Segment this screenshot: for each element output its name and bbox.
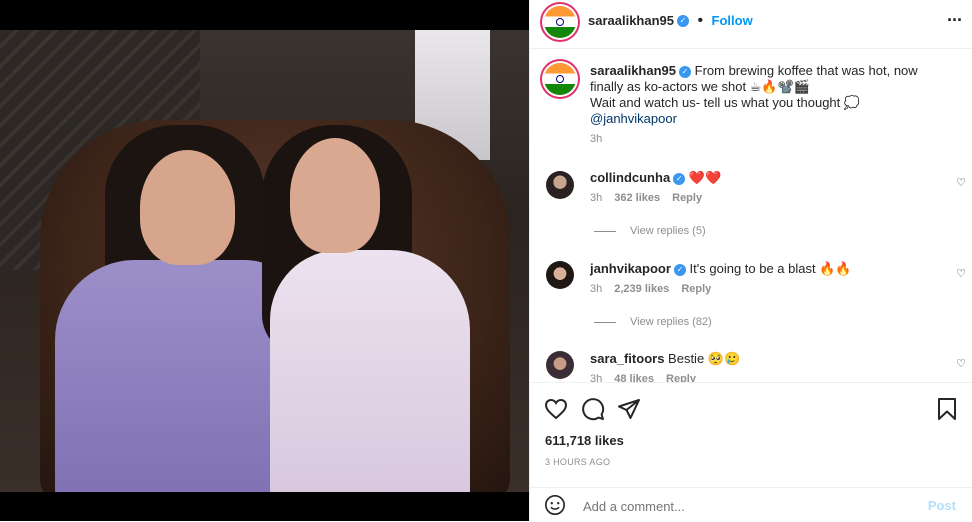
author-username[interactable]: saraalikhan95: [588, 13, 674, 28]
commenter-avatar[interactable]: [546, 171, 574, 199]
comment-text: ❤️❤️: [688, 170, 722, 185]
comment-like-heart-icon[interactable]: ♡: [956, 267, 966, 280]
comment-likes[interactable]: 362 likes: [614, 192, 660, 204]
instagram-post-view: saraalikhan95 ✓ • Follow ··· saraalikhan9…: [0, 0, 972, 521]
heart-icon[interactable]: [544, 397, 568, 421]
caption-text-2: Wait and watch us- tell us what you thou…: [590, 95, 861, 110]
commenter-avatar[interactable]: [546, 351, 574, 379]
comment-input[interactable]: [581, 495, 905, 517]
comment-likes[interactable]: 2,239 likes: [614, 283, 669, 295]
comment-like-heart-icon[interactable]: ♡: [956, 357, 966, 370]
caption-author-avatar[interactable]: [544, 63, 576, 95]
follow-button[interactable]: Follow: [712, 13, 753, 28]
more-icon[interactable]: ···: [947, 10, 963, 31]
india-flag-image: [544, 63, 576, 95]
comment-username[interactable]: collindcunha: [590, 170, 670, 185]
person-left-face: [140, 150, 235, 265]
comment-time[interactable]: 3h: [590, 192, 602, 204]
verified-icon: ✓: [679, 65, 692, 78]
verified-icon: ✓: [677, 14, 690, 27]
comment-username[interactable]: janhvikapoor: [590, 261, 671, 276]
post-header: saraalikhan95 ✓ • Follow ···: [530, 0, 972, 49]
view-replies-button[interactable]: View replies (5): [594, 225, 706, 237]
comment-like-heart-icon[interactable]: ♡: [956, 176, 966, 189]
share-icon[interactable]: [617, 397, 641, 421]
comment-item: collindcunha ✓ ❤️❤️ 3h 362 likes Reply: [590, 170, 721, 204]
comment-username[interactable]: sara_fitoors: [590, 351, 664, 366]
emoji-icon[interactable]: [544, 494, 566, 516]
reply-button[interactable]: Reply: [672, 192, 702, 204]
replies-line: [594, 321, 616, 323]
comment-time[interactable]: 3h: [590, 373, 602, 382]
separator-dot: •: [697, 12, 704, 29]
post-media[interactable]: [0, 0, 529, 521]
save-icon[interactable]: [936, 397, 958, 421]
replies-line: [594, 230, 616, 232]
likes-count[interactable]: 611,718 likes: [545, 433, 624, 448]
comment-icon[interactable]: [581, 397, 605, 421]
person-right-sweater: [270, 250, 470, 492]
reply-button[interactable]: Reply: [666, 373, 696, 382]
post-timestamp[interactable]: 3 HOURS AGO: [545, 457, 610, 467]
comments-section[interactable]: saraalikhan95 ✓ From brewing koffee that …: [530, 49, 972, 382]
verified-icon: ✓: [673, 263, 686, 276]
caption-time[interactable]: 3h: [590, 133, 946, 145]
comment-likes[interactable]: 48 likes: [614, 373, 654, 382]
commenter-avatar[interactable]: [546, 261, 574, 289]
post-photo[interactable]: [0, 30, 529, 492]
view-replies-button[interactable]: View replies (82): [594, 316, 712, 328]
author-avatar[interactable]: [544, 6, 576, 38]
reply-button[interactable]: Reply: [681, 283, 711, 295]
add-comment-bar: Post: [530, 487, 972, 522]
header-author: saraalikhan95 ✓ • Follow: [588, 12, 753, 30]
view-replies-label: View replies (82): [630, 316, 712, 328]
comment-text: Bestie 🥺🥲: [668, 351, 741, 366]
post-side-panel: saraalikhan95 ✓ • Follow ··· saraalikhan9…: [529, 0, 972, 521]
comment-text: It's going to be a blast 🔥🔥: [689, 261, 852, 276]
post-comment-button[interactable]: Post: [928, 498, 956, 513]
caption-mention-link[interactable]: @janhvikapoor: [590, 111, 946, 127]
caption-username[interactable]: saraalikhan95: [590, 63, 676, 78]
comment-time[interactable]: 3h: [590, 283, 602, 295]
caption: saraalikhan95 ✓ From brewing koffee that …: [590, 63, 946, 145]
india-flag-image: [544, 6, 576, 38]
post-actions: 611,718 likes 3 HOURS AGO: [530, 382, 972, 481]
comment-item: sara_fitoors Bestie 🥺🥲 3h 48 likes Reply: [590, 351, 740, 382]
comment-item: janhvikapoor ✓ It's going to be a blast 🔥…: [590, 261, 852, 295]
view-replies-label: View replies (5): [630, 225, 706, 237]
person-right-face: [290, 138, 380, 253]
verified-icon: ✓: [673, 172, 686, 185]
